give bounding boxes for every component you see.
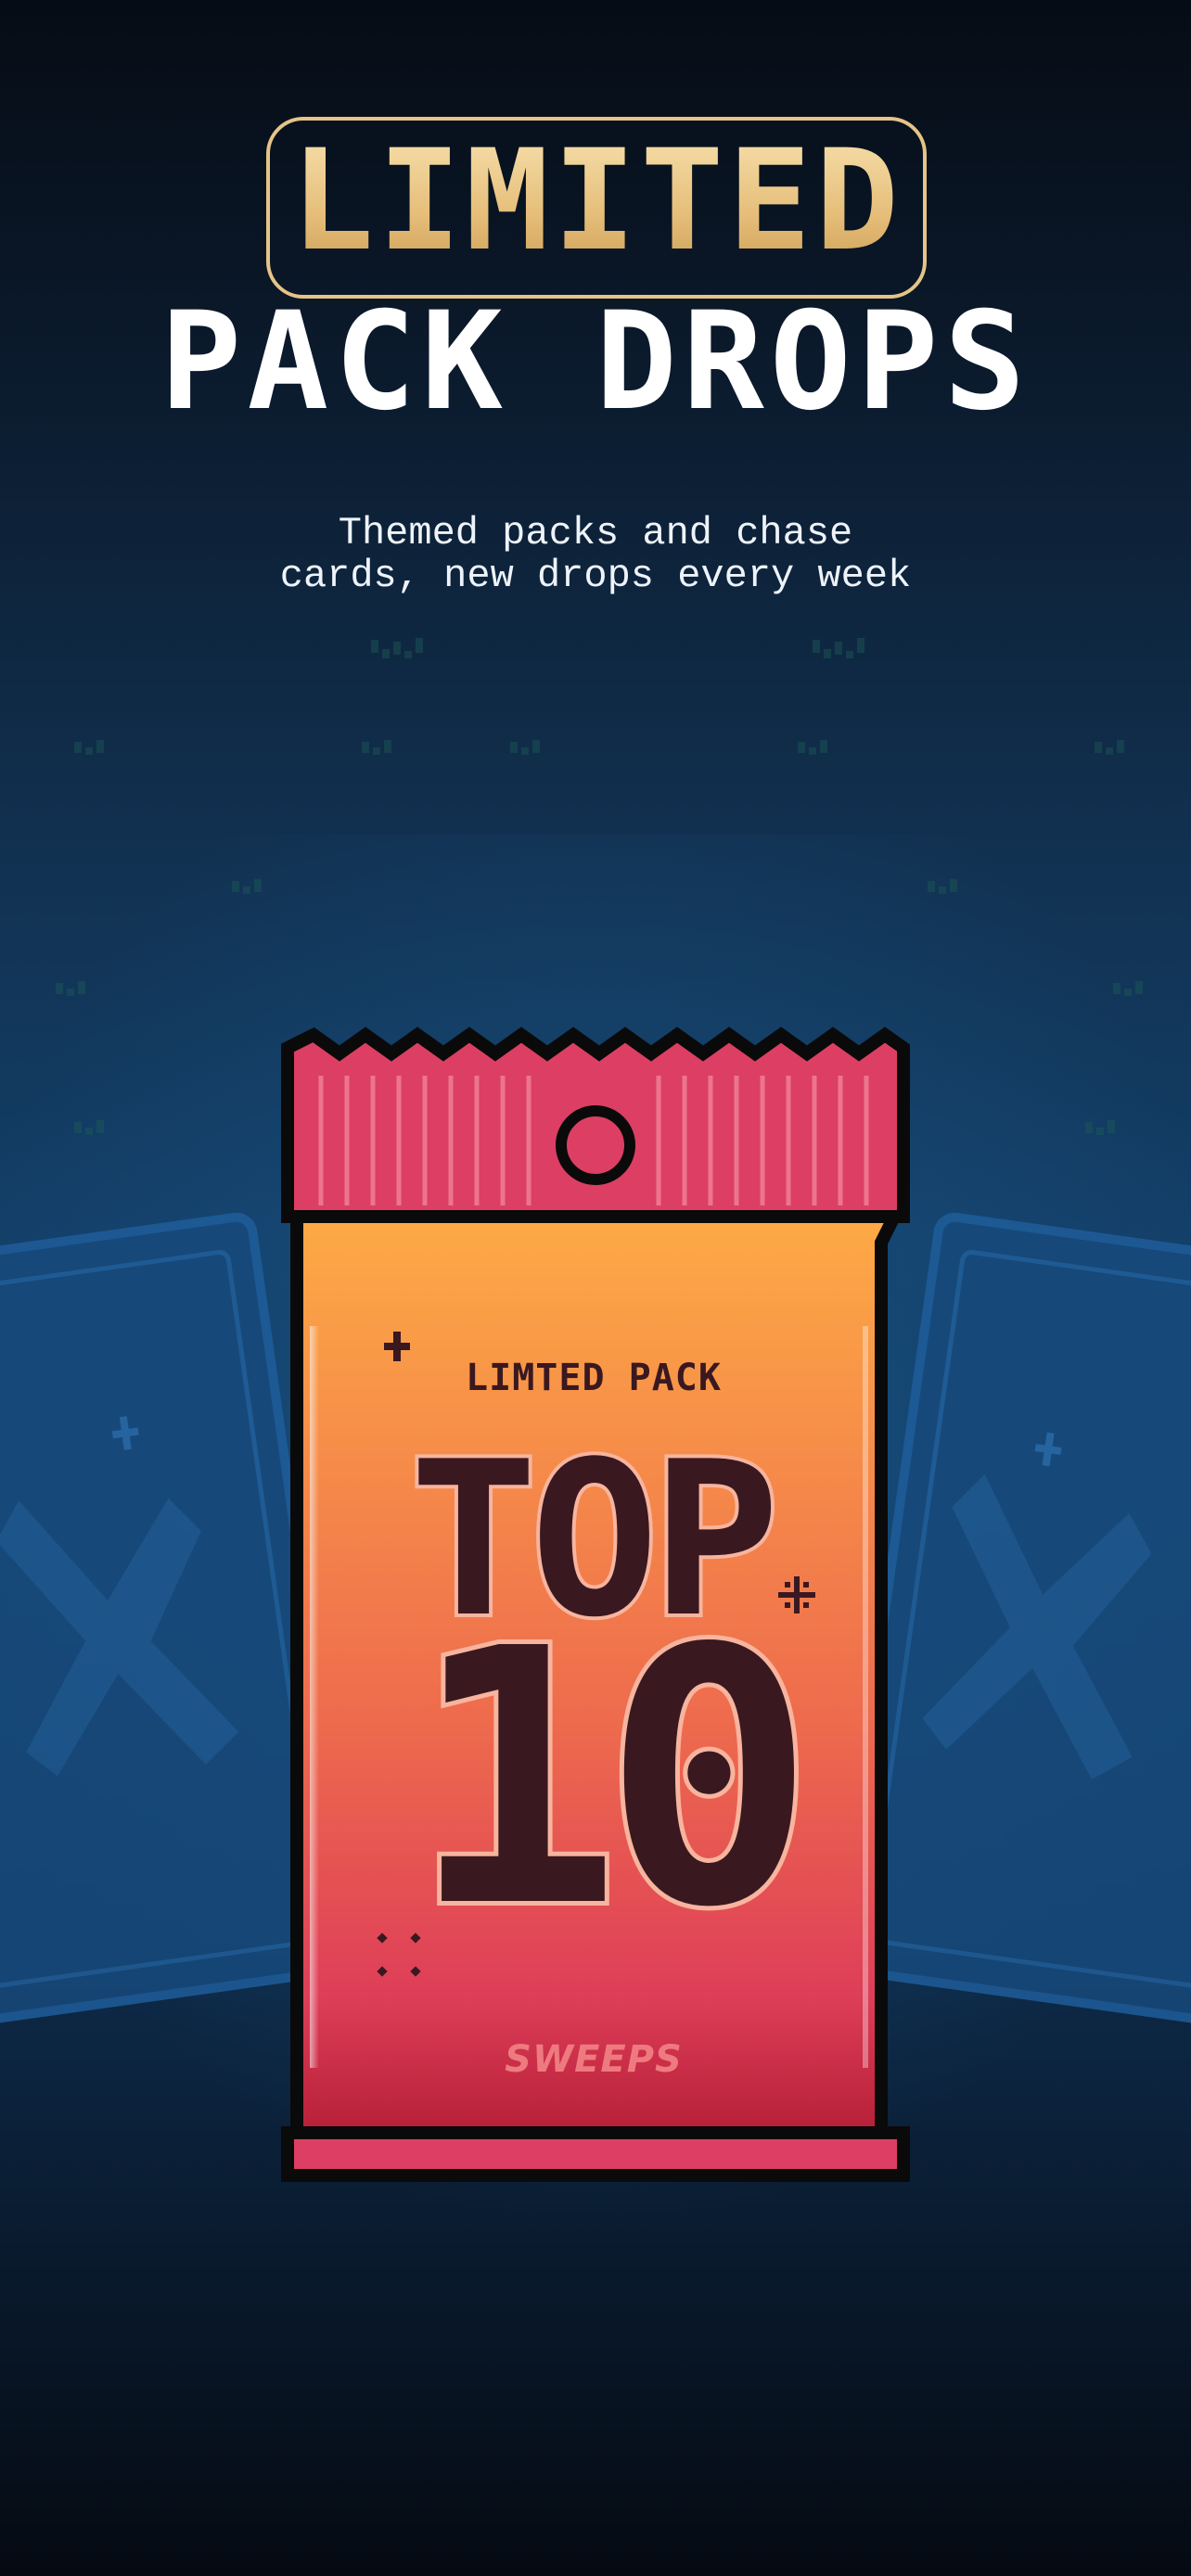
headline: LIMITED PACK DROPS (0, 0, 1191, 436)
page-title: PACK DROPS (160, 283, 1031, 440)
limited-badge-text: LIMITED (266, 122, 927, 280)
subtitle-line: cards, new drops every week (279, 554, 912, 598)
pack-brand-logo: SWEEPS (505, 2038, 683, 2081)
hang-hole-icon (556, 1105, 635, 1185)
pack-label: LIMTED PACK (466, 1357, 722, 1399)
subtitle-line: Themed packs and chase (338, 511, 853, 555)
pack-shine (310, 1326, 319, 2068)
subtitle: Themed packs and chase cards, new drops … (0, 512, 1191, 597)
pack-number: 10 (409, 1574, 797, 1984)
pack-bottom-crimp (281, 2126, 910, 2182)
limited-pack-card[interactable]: TOP 10 (269, 1020, 918, 2207)
